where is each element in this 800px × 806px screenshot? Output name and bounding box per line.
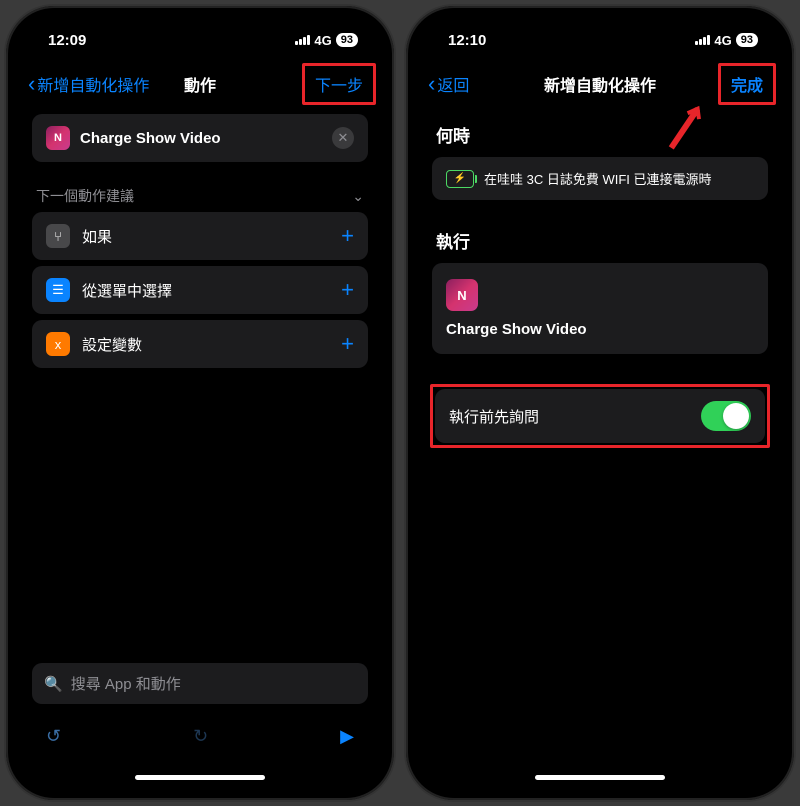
screen-right: 12:10 4G 93 ‹ 返回 新增自動化操作 完成 何時 ⚡ 在哇哇 3C … bbox=[418, 18, 782, 788]
branch-icon: ⑂ bbox=[46, 224, 70, 248]
selected-action-chip[interactable]: N Charge Show Video ✕ bbox=[32, 114, 368, 162]
condition-card[interactable]: ⚡ 在哇哇 3C 日誌免費 WIFI 已連接電源時 bbox=[432, 157, 768, 200]
ask-before-row-highlight: 執行前先詢問 bbox=[430, 384, 770, 448]
undo-button[interactable]: ↺ bbox=[46, 726, 61, 747]
signal-icon bbox=[695, 35, 710, 45]
menu-icon: ☰ bbox=[46, 278, 70, 302]
network-label: 4G bbox=[314, 33, 331, 48]
content-right: 何時 ⚡ 在哇哇 3C 日誌免費 WIFI 已連接電源時 執行 N Charge… bbox=[418, 106, 782, 456]
content-left: N Charge Show Video ✕ 下一個動作建議 ⌄ ⑂ 如果 + ☰… bbox=[18, 106, 382, 382]
bottom-toolbar: ↺ ↻ ▶ bbox=[18, 714, 382, 758]
search-input[interactable]: 🔍 搜尋 App 和動作 bbox=[32, 663, 368, 704]
add-icon[interactable]: + bbox=[341, 223, 354, 249]
ask-before-toggle[interactable] bbox=[701, 401, 751, 431]
suggestion-label: 如果 bbox=[82, 226, 329, 247]
run-header: 執行 bbox=[432, 220, 768, 263]
suggestions-header[interactable]: 下一個動作建議 ⌄ bbox=[32, 180, 368, 212]
battery-badge: 93 bbox=[736, 33, 758, 47]
app-icon: N bbox=[446, 279, 478, 311]
back-label: 新增自動化操作 bbox=[37, 72, 149, 96]
ask-before-row: 執行前先詢問 bbox=[435, 389, 765, 443]
suggestion-item-var[interactable]: x 設定變數 + bbox=[32, 320, 368, 368]
chevron-left-icon: ‹ bbox=[428, 71, 435, 97]
app-icon: N bbox=[46, 126, 70, 150]
notch bbox=[115, 18, 285, 46]
nav-title: 新增自動化操作 bbox=[544, 72, 656, 96]
next-button[interactable]: 下一步 bbox=[302, 63, 376, 105]
suggestion-label: 從選單中選擇 bbox=[82, 280, 329, 301]
status-right: 4G 93 bbox=[695, 33, 758, 48]
back-button[interactable]: ‹ 返回 bbox=[428, 71, 469, 97]
suggestion-label: 設定變數 bbox=[82, 334, 329, 355]
phone-left: 12:09 4G 93 ‹ 新增自動化操作 動作 下一步 N Charge Sh… bbox=[6, 6, 394, 800]
redo-button[interactable]: ↻ bbox=[193, 726, 208, 747]
variable-icon: x bbox=[46, 332, 70, 356]
condition-text: 在哇哇 3C 日誌免費 WIFI 已連接電源時 bbox=[484, 169, 712, 188]
done-button[interactable]: 完成 bbox=[718, 63, 776, 105]
suggestion-item-menu[interactable]: ☰ 從選單中選擇 + bbox=[32, 266, 368, 314]
suggestions-label: 下一個動作建議 bbox=[36, 186, 134, 206]
battery-badge: 93 bbox=[336, 33, 358, 47]
nav-bar: ‹ 新增自動化操作 動作 下一步 bbox=[18, 62, 382, 106]
home-indicator[interactable] bbox=[135, 775, 265, 780]
nav-bar: ‹ 返回 新增自動化操作 完成 bbox=[418, 62, 782, 106]
play-button[interactable]: ▶ bbox=[340, 726, 354, 747]
nav-title: 動作 bbox=[184, 72, 216, 96]
signal-icon bbox=[295, 35, 310, 45]
back-button[interactable]: ‹ 新增自動化操作 bbox=[28, 71, 149, 97]
search-icon: 🔍 bbox=[44, 675, 63, 693]
home-indicator[interactable] bbox=[535, 775, 665, 780]
action-name: Charge Show Video bbox=[446, 321, 754, 338]
chevron-down-icon: ⌄ bbox=[352, 188, 364, 205]
add-icon[interactable]: + bbox=[341, 331, 354, 357]
network-label: 4G bbox=[714, 33, 731, 48]
status-time: 12:09 bbox=[42, 32, 86, 49]
status-time: 12:10 bbox=[442, 32, 486, 49]
phone-right: 12:10 4G 93 ‹ 返回 新增自動化操作 完成 何時 ⚡ 在哇哇 3C … bbox=[406, 6, 794, 800]
ask-before-label: 執行前先詢問 bbox=[449, 406, 539, 427]
add-icon[interactable]: + bbox=[341, 277, 354, 303]
toggle-knob bbox=[723, 403, 749, 429]
back-label: 返回 bbox=[437, 72, 469, 96]
charging-icon: ⚡ bbox=[446, 170, 474, 188]
chevron-left-icon: ‹ bbox=[28, 71, 35, 97]
clear-action-button[interactable]: ✕ bbox=[332, 127, 354, 149]
action-card[interactable]: N Charge Show Video bbox=[432, 263, 768, 354]
notch bbox=[515, 18, 685, 46]
suggestion-item-if[interactable]: ⑂ 如果 + bbox=[32, 212, 368, 260]
status-right: 4G 93 bbox=[295, 33, 358, 48]
action-title: Charge Show Video bbox=[80, 130, 322, 147]
screen-left: 12:09 4G 93 ‹ 新增自動化操作 動作 下一步 N Charge Sh… bbox=[18, 18, 382, 788]
search-placeholder: 搜尋 App 和動作 bbox=[71, 673, 181, 694]
